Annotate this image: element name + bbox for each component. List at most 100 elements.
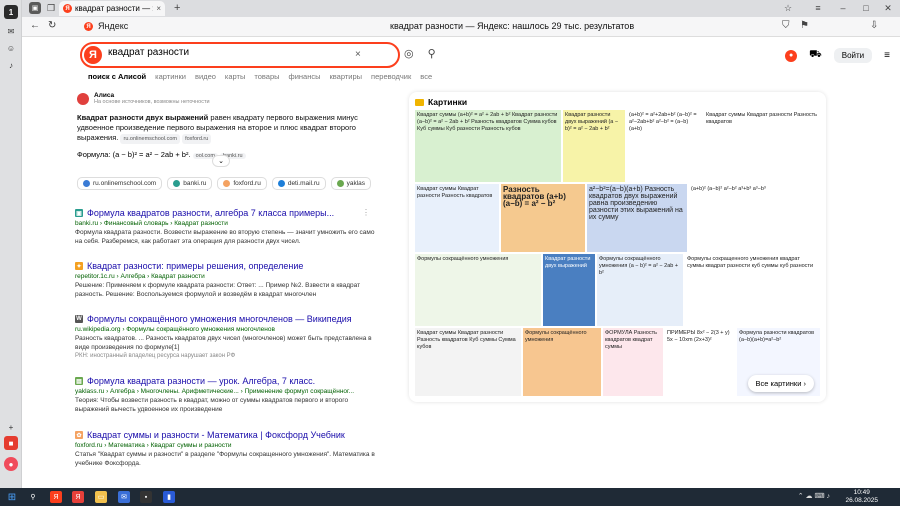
tab-realty[interactable]: квартиры [330,72,363,81]
result-title-text[interactable]: Формула квадратов разности, алгебра 7 кл… [87,208,334,218]
result-title-text[interactable]: Формулы сокращённого умножения многочлен… [87,314,352,324]
tab-maps[interactable]: карты [225,72,245,81]
alice-note: На основе источников, возможны неточност… [94,99,210,105]
result-url[interactable]: yaklass.ru › Алгебра › Многочлены. Арифм… [75,388,375,395]
image-thumb[interactable]: Квадрат разности двух выражений [543,254,595,326]
result-title[interactable]: ▣ Формула квадратов разности, алгебра 7 к… [75,208,375,218]
back-icon[interactable]: ← [30,20,40,31]
image-thumb[interactable]: ФОРМУЛА Разность квадратов квадрат суммы [603,328,663,396]
image-thumb[interactable]: Разность квадратов (a+b)(a−b) = a² − b² [501,184,585,252]
file-explorer-icon[interactable]: ▭ [95,491,107,503]
image-thumb[interactable]: Квадрат суммы Квадрат разности Разность … [415,184,499,252]
collection-icon[interactable]: ❐ [45,2,57,14]
alice-avatar [77,92,89,105]
alice-source-2[interactable]: foxford.ru [182,134,212,144]
source-chip[interactable]: ru.onlinemschool.com [77,177,163,190]
result-url[interactable]: foxford.ru › Математика › Квадрат суммы … [75,442,375,449]
source-chip[interactable]: foxford.ru [217,177,267,190]
image-thumb[interactable]: a²−b²=(a−b)(a+b) Разность квадратов двух… [587,184,687,252]
bookmark-add-icon[interactable]: ⚑ [800,20,809,31]
source-chip-label: foxford.ru [233,180,261,187]
result-title-text[interactable]: Квадрат суммы и разности - Математика | … [87,430,345,440]
new-tab-button[interactable]: + [174,2,180,14]
result-title[interactable]: ✦ Квадрат разности: примеры решения, опре… [75,261,375,271]
tab-translate[interactable]: переводчик [371,72,411,81]
minimize-icon[interactable]: – [837,2,849,14]
mail-icon[interactable]: ✉ [4,24,18,38]
tab-finance[interactable]: финансы [289,72,321,81]
tab-alice-search[interactable]: поиск с Алисой [88,72,146,81]
messenger-icon[interactable]: ☺ [4,41,18,55]
tab-products[interactable]: товары [254,72,279,81]
terminal-icon[interactable]: ▪ [140,491,152,503]
image-thumb[interactable]: Квадрат разности двух выражений (a − b)²… [563,110,625,182]
system-tray[interactable]: ⌃ ☁ ⌨ ♪ [798,492,830,500]
result-url[interactable]: ru.wikipedia.org › Формулы сокращённого … [75,326,375,333]
tab-search[interactable]: Я квадрат разности — Я × [59,1,165,16]
tab-video[interactable]: видео [195,72,216,81]
images-title[interactable]: Картинки [415,97,467,107]
mail-app-icon[interactable]: ✉ [118,491,130,503]
images-title-text[interactable]: Картинки [428,97,467,107]
all-images-button[interactable]: Все картинки › [747,375,814,392]
clock[interactable]: 10:49 26.08.2025 [845,489,878,505]
yandex-logo[interactable]: Я [84,46,102,64]
tab-images[interactable]: картинки [155,72,186,81]
search-icon[interactable]: ⚲ [27,491,39,503]
image-thumb[interactable]: Формулы сокращённого умножения [415,254,541,326]
alice-header-icon[interactable]: ● [785,49,798,62]
sidebar-badge[interactable]: 1 [4,5,18,19]
tabs-overview-icon[interactable]: ▣ [29,2,41,14]
app-icon[interactable]: ■ [4,436,18,450]
download-icon[interactable]: ⇩ [870,20,878,31]
result-title[interactable]: ▤ Формула квадрата разности — урок. Алгеб… [75,376,375,386]
image-thumb[interactable]: Квадрат суммы (a+b)² = a² + 2ab + b² Ква… [415,110,561,182]
address-site[interactable]: Яндекс [98,21,128,31]
source-chip[interactable]: yaklas [330,177,372,190]
bookmark-icon[interactable]: ☆ [782,2,794,14]
windows-taskbar: ⊞ ⚲ Я Я ▭ ✉ ▪ ▮ ⌃ ☁ ⌨ ♪ 10:49 26.08.2025 [0,488,900,506]
tab-all[interactable]: все [420,72,432,81]
alice-source-1[interactable]: ru.onlinemschool.com [120,134,180,144]
image-thumb[interactable]: Формулы сокращённого умножения (a − b)² … [597,254,683,326]
alice-icon[interactable]: ● [4,457,18,471]
yandex-app-icon[interactable]: Я [72,491,84,503]
maximize-icon[interactable]: □ [860,2,872,14]
search-box[interactable]: Я × [80,42,400,68]
search-input[interactable] [108,47,328,58]
address-page-title[interactable]: квадрат разности — Яндекс: нашлось 29 ты… [390,21,634,31]
image-thumb[interactable]: ПРИМЕРЫ 8x² − 2(3 + y) 5x − 10xm (2x+3)² [665,328,735,396]
windows-start-icon[interactable]: ⊞ [6,491,18,503]
image-thumb[interactable]: (a+b)² (a−b)² a²−b² a³+b³ a³−b³ [689,184,820,252]
voice-search-icon[interactable]: ⚲ [428,47,436,60]
image-thumb[interactable]: Формулы сокращённого умножения [523,328,601,396]
result-title-text[interactable]: Квадрат разности: примеры решения, опред… [87,261,303,271]
source-chip[interactable]: deti.mail.ru [271,177,326,190]
result-url[interactable]: banki.ru › Финансовый словарь › Квадрат … [75,220,375,227]
menu-icon[interactable]: ≡ [812,2,824,14]
image-thumb[interactable]: Квадрат суммы Квадрат разности Разность … [415,328,521,396]
close-window-icon[interactable]: ✕ [882,2,894,14]
music-icon[interactable]: ♪ [4,58,18,72]
expand-chevron-icon[interactable]: ⌄ [212,155,230,167]
login-button[interactable]: Войти [833,48,873,63]
result-title[interactable]: W Формулы сокращённого умножения многочле… [75,314,375,324]
result-title-text[interactable]: Формула квадрата разности — урок. Алгебр… [87,376,315,386]
yandex-browser-icon[interactable]: Я [50,491,62,503]
clear-search-icon[interactable]: × [355,49,361,60]
source-chip[interactable]: banki.ru [167,177,213,190]
alice-formula-text: Формула: (a − b)² = a² − 2ab + b². [77,150,191,159]
hamburger-menu-icon[interactable]: ≡ [884,50,890,61]
camera-search-icon[interactable]: ◎ [404,47,414,60]
result-title[interactable]: ✿ Квадрат суммы и разности - Математика |… [75,430,375,440]
add-icon[interactable]: + [4,420,18,434]
tab-close-icon[interactable]: × [156,4,161,13]
result-url[interactable]: repetitor.1c.ru › Алгебра › Квадрат разн… [75,273,375,280]
image-thumb[interactable]: (a+b)² = a²+2ab+b² (a−b)² = a²−2ab+b² a²… [627,110,702,182]
cart-icon[interactable]: ⛟ [809,49,822,62]
stats-app-icon[interactable]: ▮ [163,491,175,503]
image-thumb[interactable]: Квадрат суммы Квадрат разности Разность … [704,110,820,182]
image-thumb[interactable]: Формулы сокращенного умножения квадрат с… [685,254,820,326]
refresh-icon[interactable]: ↻ [48,20,56,31]
shield-icon[interactable]: ⛉ [782,20,790,31]
